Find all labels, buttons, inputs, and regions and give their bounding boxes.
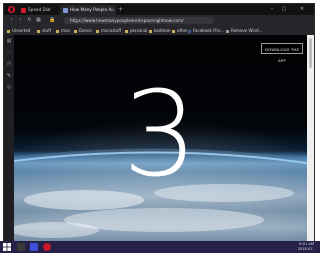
folder-icon bbox=[74, 29, 77, 33]
speed-dial-icon[interactable]: ▦ bbox=[6, 38, 12, 44]
bookmark-item[interactable]: bodman bbox=[149, 26, 170, 35]
opera-taskbar-icon[interactable] bbox=[43, 243, 51, 251]
browser-window: Speed Dial How Many People A... ✕ + – ▢ … bbox=[3, 3, 315, 243]
page-favicon-icon bbox=[63, 7, 68, 13]
folder-icon bbox=[56, 29, 59, 33]
back-icon[interactable]: ‹ bbox=[8, 17, 15, 24]
vertical-scrollbar[interactable] bbox=[307, 35, 314, 242]
opera-menu-icon[interactable] bbox=[8, 6, 15, 13]
bookmark-label: personal bbox=[130, 28, 148, 33]
bookmark-item[interactable]: Unsorted bbox=[7, 26, 30, 35]
bookmark-item[interactable]: Dance bbox=[74, 26, 92, 35]
people-in-space-count: 3 bbox=[122, 65, 198, 203]
bookmark-label: Unsorted bbox=[12, 28, 31, 33]
bookmark-item[interactable]: other bbox=[172, 26, 188, 35]
scrollbar-thumb[interactable] bbox=[309, 38, 312, 68]
bookmark-label: stuff bbox=[42, 28, 51, 33]
folder-icon bbox=[7, 29, 10, 33]
bookmark-item[interactable]: misc bbox=[56, 26, 70, 35]
history-clock-icon[interactable]: ◷ bbox=[6, 61, 12, 67]
secure-lock-icon: 🔒 bbox=[49, 17, 56, 23]
opera-sidebar: ▦ ♡ ◷ ✎ ◎ bbox=[4, 35, 14, 242]
bookmark-item[interactable]: microstuff bbox=[96, 26, 121, 35]
new-tab-icon[interactable]: + bbox=[118, 5, 123, 14]
tab-how-many-people[interactable]: How Many People A... ✕ bbox=[60, 5, 116, 15]
bookmark-label: other bbox=[177, 28, 188, 33]
tab-strip: Speed Dial How Many People A... ✕ + – ▢ … bbox=[4, 4, 314, 15]
folder-icon bbox=[37, 29, 40, 33]
maximize-icon[interactable]: ▢ bbox=[278, 4, 290, 15]
page-content: DOWNLOAD THE APP 3 bbox=[14, 35, 307, 242]
close-tab-icon[interactable]: ✕ bbox=[111, 5, 114, 15]
bookmark-label: Remove Wind... bbox=[231, 28, 263, 33]
download-app-button[interactable]: DOWNLOAD THE APP bbox=[261, 43, 303, 63]
tab-label: How Many People A... bbox=[70, 7, 116, 12]
forward-icon[interactable]: › bbox=[17, 17, 24, 24]
bookmark-label: microstuff bbox=[101, 28, 122, 33]
page-icon bbox=[226, 29, 229, 33]
tab-label: Speed Dial bbox=[28, 7, 51, 12]
bookmark-label: Dance bbox=[79, 28, 92, 33]
opera-favicon-icon bbox=[21, 7, 26, 13]
bookmark-item[interactable]: stuff bbox=[37, 26, 51, 35]
file-explorer-icon[interactable] bbox=[17, 243, 25, 251]
messenger-icon[interactable]: ✎ bbox=[6, 73, 12, 79]
navigation-bar: ‹ › ↻ ▦ 🔒 https://www.howmanypeoplearein… bbox=[4, 15, 314, 52]
folder-icon bbox=[96, 29, 99, 33]
reload-icon[interactable]: ↻ bbox=[26, 17, 33, 24]
bookmarks-heart-icon[interactable]: ♡ bbox=[6, 50, 12, 56]
folder-icon bbox=[149, 29, 152, 33]
facebook-icon bbox=[188, 29, 191, 33]
close-window-icon[interactable]: ✕ bbox=[290, 4, 314, 15]
extensions-icon[interactable]: ◎ bbox=[6, 84, 12, 90]
tab-speed-dial[interactable]: Speed Dial bbox=[18, 5, 58, 15]
bookmark-item[interactable]: Remove Wind... bbox=[226, 26, 262, 35]
minimize-icon[interactable]: – bbox=[266, 4, 278, 15]
address-bar[interactable]: https://www.howmanypeopleareinspaceright… bbox=[64, 17, 214, 24]
folder-icon bbox=[125, 29, 128, 33]
bookmark-item[interactable]: Facebook Priv... bbox=[188, 26, 224, 35]
clock-date: 2018-07- bbox=[297, 247, 314, 251]
bookmark-label: bodman bbox=[154, 28, 171, 33]
bookmark-label: misc bbox=[61, 28, 71, 33]
extension-icons bbox=[218, 18, 314, 52]
windows-start-icon[interactable] bbox=[3, 243, 11, 251]
bookmark-item[interactable]: personal bbox=[125, 26, 147, 35]
folder-icon bbox=[172, 29, 175, 33]
bookmark-label: Facebook Priv... bbox=[193, 28, 225, 33]
system-clock[interactable]: 8:01 AM 2018-07- bbox=[298, 242, 314, 252]
speed-dial-icon[interactable]: ▦ bbox=[35, 17, 42, 24]
windows-taskbar: 8:01 AM 2018-07- bbox=[0, 241, 320, 253]
app-icon[interactable] bbox=[30, 243, 38, 251]
